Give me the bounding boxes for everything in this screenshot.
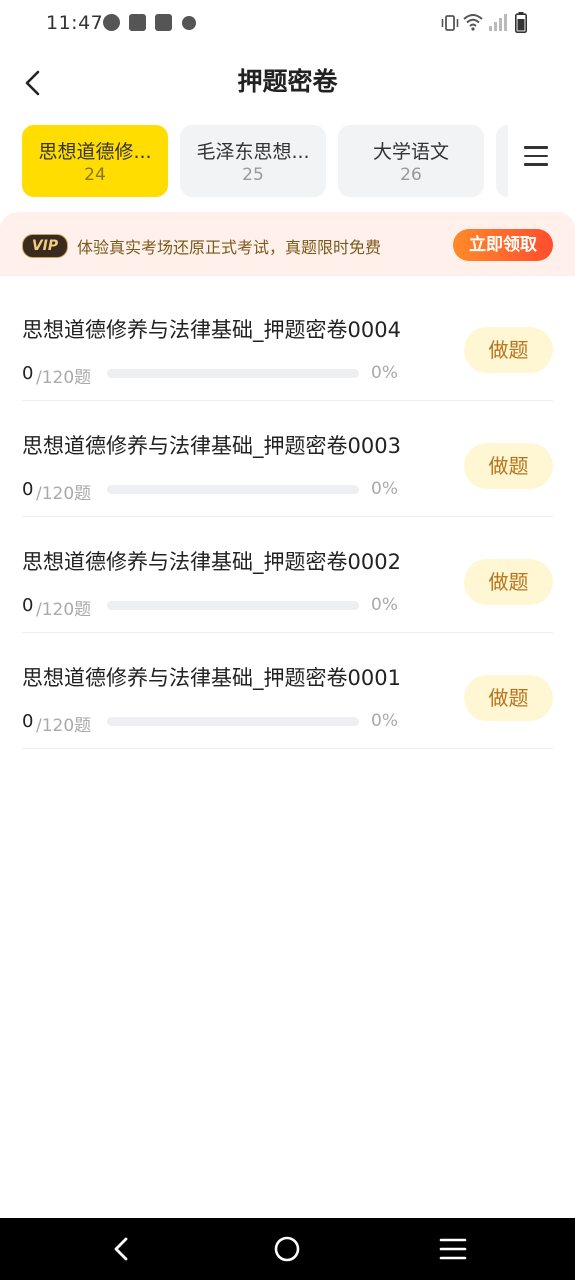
tab-subject-2[interactable]: 毛泽东思想... 25 xyxy=(180,125,326,197)
signal-icon xyxy=(489,14,507,31)
list-item[interactable]: 思想道德修养与法律基础_押题密卷0003 0 /120题 0% 做题 xyxy=(22,400,553,517)
tab-menu-button[interactable] xyxy=(524,146,558,176)
tab-subject-3[interactable]: 大学语文 26 xyxy=(338,125,484,197)
paper-done-count: 0 xyxy=(22,479,34,500)
tab-count: 25 xyxy=(242,165,264,185)
progress-bar xyxy=(107,601,359,610)
status-bar: 11:47 xyxy=(0,0,575,48)
progress-bar xyxy=(107,485,359,494)
paper-total-count: /120题 xyxy=(36,368,92,388)
progress-percent: 0% xyxy=(371,711,398,731)
claim-now-button[interactable]: 立即领取 xyxy=(453,229,553,261)
tab-count: 24 xyxy=(84,165,106,185)
paper-total-count: /120题 xyxy=(36,600,92,620)
vip-badge: VIP xyxy=(22,234,68,258)
paper-title: 思想道德修养与法律基础_押题密卷0004 xyxy=(22,318,401,342)
progress-percent: 0% xyxy=(371,595,398,615)
nav-back-icon[interactable] xyxy=(108,1235,136,1263)
notification-bag-icon xyxy=(129,14,146,31)
tab-label: 毛泽东思想... xyxy=(196,141,310,163)
progress-percent: 0% xyxy=(371,479,398,499)
do-questions-button[interactable]: 做题 xyxy=(464,559,553,605)
progress-percent: 0% xyxy=(371,363,398,383)
paper-done-count: 0 xyxy=(22,363,34,384)
paper-total-count: /120题 xyxy=(36,484,92,504)
shield-icon xyxy=(182,16,196,30)
wifi-icon xyxy=(463,14,483,31)
tab-subject-partial[interactable] xyxy=(496,125,508,197)
do-questions-button[interactable]: 做题 xyxy=(464,327,553,373)
list-item[interactable]: 思想道德修养与法律基础_押题密卷0001 0 /120题 0% 做题 xyxy=(22,632,553,749)
battery-icon xyxy=(515,12,527,33)
paper-title: 思想道德修养与法律基础_押题密卷0003 xyxy=(22,434,401,458)
progress-bar xyxy=(107,717,359,726)
paper-title: 思想道德修养与法律基础_押题密卷0001 xyxy=(22,666,401,690)
status-time: 11:47 xyxy=(46,12,104,34)
paper-done-count: 0 xyxy=(22,711,34,732)
notification-bag-icon xyxy=(155,14,172,31)
vip-promo-text: 体验真实考场还原正式考试，真题限时免费 xyxy=(77,238,382,257)
page-title: 押题密卷 xyxy=(237,67,338,96)
nav-home-icon[interactable] xyxy=(273,1235,301,1263)
speed-icon xyxy=(103,14,120,31)
tab-subject-1[interactable]: 思想道德修... 24 xyxy=(22,125,168,197)
do-questions-button[interactable]: 做题 xyxy=(464,675,553,721)
system-nav-bar xyxy=(0,1218,575,1280)
do-questions-button[interactable]: 做题 xyxy=(464,443,553,489)
paper-title: 思想道德修养与法律基础_押题密卷0002 xyxy=(22,550,401,574)
tab-count: 26 xyxy=(400,165,422,185)
paper-total-count: /120题 xyxy=(36,716,92,736)
hamburger-menu-icon xyxy=(524,146,558,166)
list-item[interactable]: 思想道德修养与法律基础_押题密卷0002 0 /120题 0% 做题 xyxy=(22,516,553,633)
list-item[interactable]: 思想道德修养与法律基础_押题密卷0004 0 /120题 0% 做题 xyxy=(22,284,553,401)
paper-done-count: 0 xyxy=(22,595,34,616)
nav-recents-icon[interactable] xyxy=(439,1236,467,1262)
tab-label: 思想道德修... xyxy=(38,141,152,163)
vibrate-icon xyxy=(441,15,459,31)
tab-label: 大学语文 xyxy=(372,141,449,163)
progress-bar xyxy=(107,369,359,378)
